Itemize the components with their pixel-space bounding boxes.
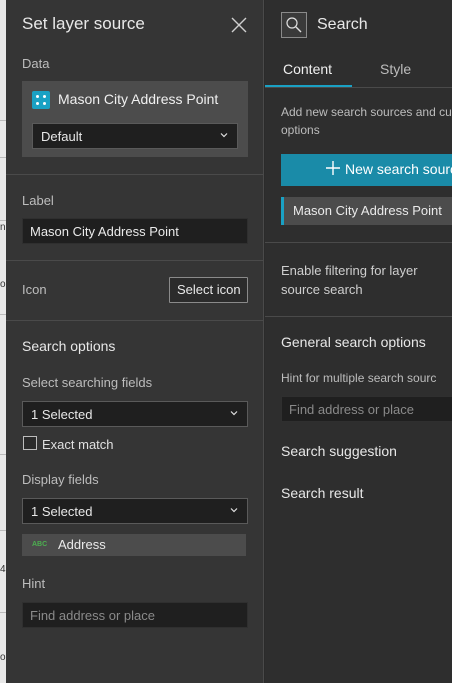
close-icon[interactable]	[230, 16, 248, 34]
data-view-select[interactable]: Default	[32, 123, 238, 149]
chevron-down-icon	[230, 508, 238, 513]
enable-filtering-label: Enable filtering for layer source search	[281, 261, 418, 299]
label-input-value: Mason City Address Point	[30, 224, 179, 239]
divider	[265, 316, 452, 317]
searching-fields-select[interactable]: 1 Selected	[22, 401, 248, 427]
divider	[265, 242, 452, 243]
search-suggestion-title[interactable]: Search suggestion	[281, 443, 397, 459]
icon-label: Icon	[22, 282, 47, 297]
search-settings-panel: Search Content Style Add new search sour…	[265, 0, 452, 683]
panel-header: Set layer source	[6, 0, 264, 50]
tabs-divider	[265, 87, 452, 88]
active-tab-indicator	[265, 85, 352, 87]
chevron-down-icon	[230, 411, 238, 416]
searching-fields-value: 1 Selected	[31, 407, 93, 422]
display-fields-select[interactable]: 1 Selected	[22, 498, 248, 524]
exact-match-label: Exact match	[42, 437, 114, 452]
tab-style[interactable]: Style	[380, 61, 411, 77]
search-source-name: Mason City Address Point	[293, 203, 442, 218]
label-label: Label	[22, 193, 54, 208]
new-search-source-button[interactable]: New search sourc	[281, 154, 452, 186]
general-search-options-title[interactable]: General search options	[281, 334, 426, 350]
divider	[6, 260, 264, 261]
new-search-source-label: New search sourc	[345, 161, 452, 177]
plus-icon	[326, 161, 340, 175]
search-panel-title: Search	[317, 16, 368, 33]
hint-label: Hint	[22, 576, 46, 591]
search-result-title[interactable]: Search result	[281, 485, 363, 501]
data-source-card: Mason City Address Point Default	[22, 81, 248, 157]
display-fields-value: 1 Selected	[31, 504, 93, 519]
label-input[interactable]: Mason City Address Point	[22, 218, 248, 244]
background-fragment: 4	[0, 564, 6, 575]
display-field-name: Address	[58, 537, 106, 552]
feature-layer-icon	[32, 91, 50, 109]
chevron-down-icon	[220, 133, 228, 138]
data-source-name: Mason City Address Point	[58, 91, 219, 107]
background-fragment: n	[0, 222, 6, 233]
hint-multiple-placeholder: Find address or place	[289, 402, 415, 417]
enable-filtering-line: Enable filtering for layer	[281, 263, 418, 278]
data-label: Data	[22, 56, 50, 71]
tab-content[interactable]: Content	[283, 61, 332, 77]
display-field-chip[interactable]: ABC Address	[22, 534, 246, 556]
hint-multiple-input[interactable]: Find address or place	[281, 396, 452, 422]
string-field-icon: ABC	[32, 541, 48, 548]
content-description: Add new search sources and cu options	[281, 103, 452, 139]
hint-input[interactable]: Find address or place	[22, 602, 248, 628]
divider	[6, 174, 264, 175]
search-widget-icon	[281, 12, 307, 38]
divider	[6, 320, 264, 321]
searching-fields-label: Select searching fields	[22, 375, 153, 390]
display-fields-label: Display fields	[22, 472, 99, 487]
enable-filtering-line: source search	[281, 282, 363, 297]
description-line: Add new search sources and cu	[281, 105, 452, 119]
description-line: options	[281, 123, 320, 137]
set-layer-source-panel: Set layer source Data Mason City Address…	[6, 0, 264, 683]
hint-placeholder: Find address or place	[30, 608, 156, 623]
search-source-item[interactable]: Mason City Address Point	[281, 197, 452, 225]
search-options-title: Search options	[22, 338, 116, 354]
data-view-value: Default	[41, 129, 83, 144]
select-icon-button-label: Select icon	[177, 282, 241, 297]
hint-multiple-label: Hint for multiple search sourc	[281, 371, 437, 385]
panel-title: Set layer source	[22, 14, 145, 33]
select-icon-button[interactable]: Select icon	[169, 277, 248, 303]
exact-match-checkbox[interactable]	[23, 436, 37, 450]
